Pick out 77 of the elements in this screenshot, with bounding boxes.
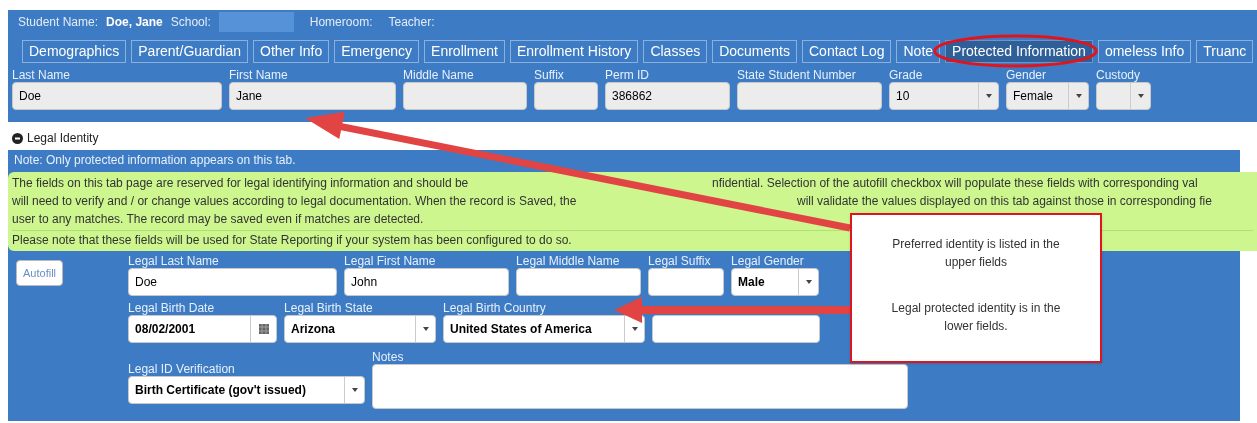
caret-icon — [805, 280, 812, 284]
tab[interactable]: Other Info — [253, 40, 330, 63]
field-label: Suffix — [534, 68, 565, 82]
text-field[interactable]: 386862 — [605, 82, 730, 110]
notes-field[interactable] — [372, 364, 909, 409]
student-name-label: Student Name: — [18, 14, 99, 31]
text-field[interactable] — [516, 268, 642, 296]
dropdown-field[interactable]: Birth Certificate (gov't issued) — [128, 376, 366, 404]
text-field[interactable] — [648, 268, 725, 296]
field-label: Perm ID — [605, 68, 650, 82]
school-label: School: — [170, 14, 211, 31]
tab[interactable]: Truanc — [1196, 40, 1254, 63]
field-label: Last Name — [12, 68, 72, 82]
caret-icon — [1137, 94, 1144, 98]
dropdown-field[interactable]: 10 — [889, 82, 999, 110]
field-label: Legal Middle Name — [516, 254, 621, 268]
field-label: Legal Birth Country — [443, 301, 547, 315]
teacher-label: Teacher: — [388, 14, 435, 31]
tab[interactable]: Classes — [643, 40, 708, 63]
dropdown-field[interactable]: Male — [731, 268, 820, 296]
field-label: Legal Suffix — [648, 254, 712, 268]
dropdown-field[interactable]: Arizona — [284, 315, 437, 343]
caret-icon — [1075, 94, 1082, 98]
tab[interactable]: Parent/Guardian — [131, 40, 248, 63]
info-footer: Please note that these fields will be used for State Reporting if your system has been configured to do so. — [12, 233, 572, 247]
tab[interactable]: Documents — [712, 40, 797, 63]
text-field[interactable]: Doe — [12, 82, 222, 110]
info-text: will validate the values displayed on this tab against those in corresponding fie — [797, 193, 1212, 210]
info-text: The fields on this tab page are reserved for legal identifying information and should be — [12, 176, 469, 190]
tab[interactable]: Protected Information — [945, 40, 1093, 63]
field-label: Middle Name — [403, 68, 475, 82]
tab[interactable]: Note — [896, 40, 941, 63]
field-label: Custody — [1096, 68, 1142, 82]
text-field[interactable] — [403, 82, 527, 110]
field-label: State Student Number — [737, 68, 857, 82]
field-label: Legal Last Name — [128, 254, 220, 268]
text-field[interactable]: Jane — [229, 82, 396, 110]
text-field[interactable] — [737, 82, 882, 110]
tab[interactable]: Enrollment History — [510, 40, 639, 63]
text-field[interactable] — [534, 82, 598, 110]
date-field[interactable]: 08/02/2001 — [128, 315, 278, 343]
calendar-icon — [258, 324, 269, 334]
note-text: Note: Only protected information appears on this tab. — [14, 152, 296, 169]
field-label: Grade — [889, 68, 924, 82]
tab[interactable]: Demographics — [22, 40, 127, 63]
text-field[interactable] — [652, 315, 821, 343]
field-label: First Name — [229, 68, 289, 82]
caret-icon — [985, 94, 992, 98]
text-field[interactable]: Doe — [128, 268, 338, 296]
dropdown-field[interactable] — [1096, 82, 1151, 110]
callout-text: Preferred identity is listed in the upper fields — [891, 236, 1061, 271]
field-label: Legal ID Verification — [128, 362, 236, 376]
callout-text: Legal protected identity is in the lower fields. — [890, 300, 1062, 335]
tab[interactable]: omeless Info — [1097, 40, 1192, 63]
autofill-button[interactable]: Autofill — [16, 260, 64, 286]
homeroom-label: Homeroom: — [309, 14, 373, 31]
dropdown-field[interactable]: United States of America — [443, 315, 646, 343]
info-text: will need to verify and / or change values according to legal documentation. When the record is Saved, the — [12, 194, 577, 208]
field-label: Gender — [1006, 68, 1048, 82]
dropdown-field[interactable]: Female — [1006, 82, 1089, 110]
field-label: Legal Gender — [731, 254, 805, 268]
field-label: Legal Birth Date — [128, 301, 216, 315]
caret-icon — [631, 327, 638, 331]
caret-icon — [351, 388, 358, 392]
tab[interactable]: Emergency — [334, 40, 420, 63]
tab[interactable]: Contact Log — [802, 40, 892, 63]
info-text: nfidential. Selection of the autofill checkbox will populate these fields with corresponding val — [712, 175, 1198, 192]
field-label: Legal Birth State — [284, 301, 374, 315]
caret-icon — [422, 327, 429, 331]
field-label: Notes — [372, 350, 405, 364]
field-label: Legal First Name — [344, 254, 437, 268]
tab[interactable]: Enrollment — [424, 40, 505, 63]
info-text: user to any matches. The record may be saved even if matches are detected. — [12, 211, 424, 228]
student-name: Doe, Jane — [106, 14, 163, 31]
text-field[interactable]: John — [344, 268, 510, 296]
section-title: Legal Identity — [27, 130, 99, 147]
collapse-icon[interactable] — [12, 132, 23, 144]
